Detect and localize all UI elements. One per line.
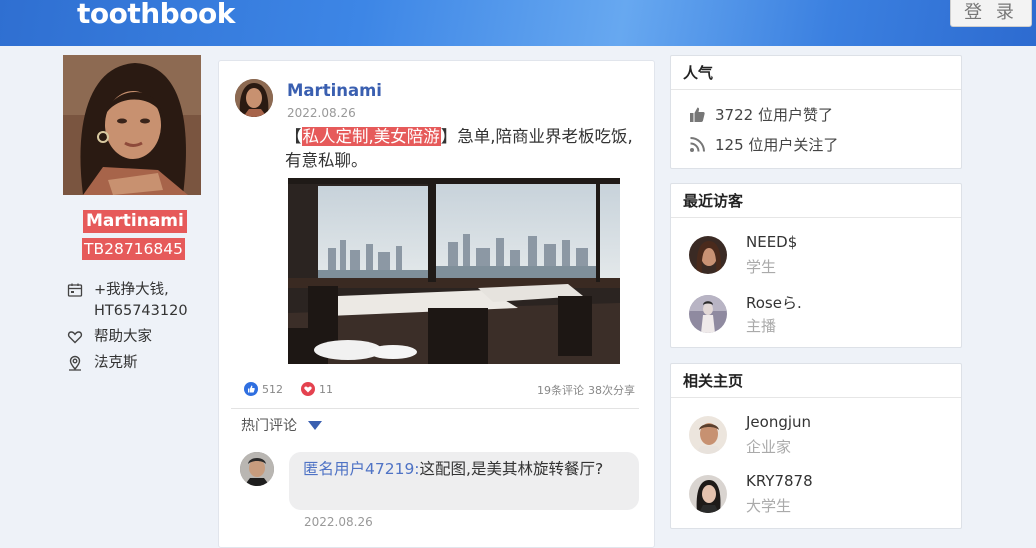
visitor-avatar (689, 295, 727, 333)
profile-avatar[interactable] (63, 55, 201, 195)
post-date: 2022.08.26 (287, 106, 356, 120)
visitor-role: 学生 (746, 258, 777, 276)
post-author-name[interactable]: Martinami (287, 81, 382, 100)
divider (231, 408, 639, 409)
post-text-bracket-close: 】 (440, 127, 458, 146)
comment-username[interactable]: 匿名用户47219: (303, 460, 420, 478)
comment-date: 2022.08.26 (304, 515, 373, 529)
heart-icon (301, 382, 315, 396)
profile-name[interactable]: Martinami (83, 210, 187, 233)
profile-id: TB28716845 (82, 238, 185, 260)
related-avatar (689, 416, 727, 454)
comment-bubble: 匿名用户47219:这配图,是美其林旋转餐厅? (289, 452, 639, 510)
comment-text: 这配图,是美其林旋转餐厅? (419, 460, 604, 478)
info-motto-text: 帮助大家 (94, 329, 152, 345)
post-text-highlight: 私人定制,美女陪游 (301, 127, 441, 146)
info-work-text: +我挣大钱, HT65743120 (94, 282, 188, 319)
related-pages-panel: 相关主页 Jeongjun 企业家 KRY7878 大学生 (670, 363, 962, 529)
visitor-avatar (689, 236, 727, 274)
visitor-role: 主播 (746, 317, 777, 335)
recent-visitors-title: 最近访客 (671, 184, 961, 218)
top-bar: toothbook 登 录 (0, 0, 1036, 46)
post-card: Martinami 2022.08.26 【私人定制,美女陪游】急单,陪商业界老… (218, 60, 655, 548)
login-button[interactable]: 登 录 (950, 0, 1032, 27)
post-text-bracket-open: 【 (285, 127, 302, 146)
popularity-follows: 125 位用户关注了 (689, 134, 838, 155)
commenter-avatar[interactable] (240, 452, 274, 486)
related-role: 大学生 (746, 497, 792, 515)
calendar-icon (67, 282, 83, 298)
hot-comments-label: 热门评论 (241, 418, 297, 434)
popularity-likes: 3722 位用户赞了 (689, 104, 833, 125)
info-location-text: 法克斯 (94, 355, 138, 371)
comment-count-text: 19条评论 (537, 384, 584, 397)
info-row-work: +我挣大钱, HT65743120 (67, 280, 188, 322)
popularity-follows-text: 125 位用户关注了 (715, 136, 839, 154)
popularity-title: 人气 (671, 56, 961, 90)
related-role: 企业家 (746, 438, 792, 456)
hot-comments-toggle[interactable]: 热门评论 (241, 415, 322, 435)
caret-down-icon (308, 420, 322, 430)
like-count: 512 (262, 382, 283, 396)
thumbs-up-icon (689, 106, 706, 123)
related-pages-title: 相关主页 (671, 364, 961, 398)
popularity-likes-text: 3722 位用户赞了 (715, 106, 833, 124)
like-stat[interactable]: 512 (244, 382, 283, 396)
heart-outline-icon (67, 329, 83, 345)
recent-visitors-panel: 最近访客 NEED$ 学生 Roseら. 主播 (670, 183, 962, 348)
like-icon (244, 382, 258, 396)
rss-icon (689, 136, 706, 153)
post-image-restaurant[interactable] (288, 178, 620, 364)
post-stats: 512 11 19条评论 38次分享 (244, 382, 640, 400)
related-name: Jeongjun (746, 413, 812, 431)
related-name: KRY7878 (746, 472, 813, 490)
heart-stat[interactable]: 11 (301, 382, 333, 396)
app-logo[interactable]: toothbook (77, 0, 235, 30)
info-row-motto: 帮助大家 (67, 327, 152, 348)
related-avatar (689, 475, 727, 513)
location-pin-icon (67, 355, 83, 371)
visitor-name: Roseら. (746, 294, 802, 312)
share-count[interactable]: 38次分享 (588, 382, 635, 398)
share-count-text: 38次分享 (588, 384, 635, 397)
comment-count[interactable]: 19条评论 (537, 382, 584, 398)
post-author-avatar[interactable] (235, 79, 273, 117)
heart-count: 11 (319, 382, 333, 396)
popularity-panel: 人气 3722 位用户赞了 125 位用户关注了 (670, 55, 962, 169)
visitor-name: NEED$ (746, 233, 798, 251)
info-row-location: 法克斯 (67, 353, 138, 374)
post-text: 【私人定制,美女陪游】急单,陪商业界老板吃饭,有意私聊。 (285, 125, 635, 173)
